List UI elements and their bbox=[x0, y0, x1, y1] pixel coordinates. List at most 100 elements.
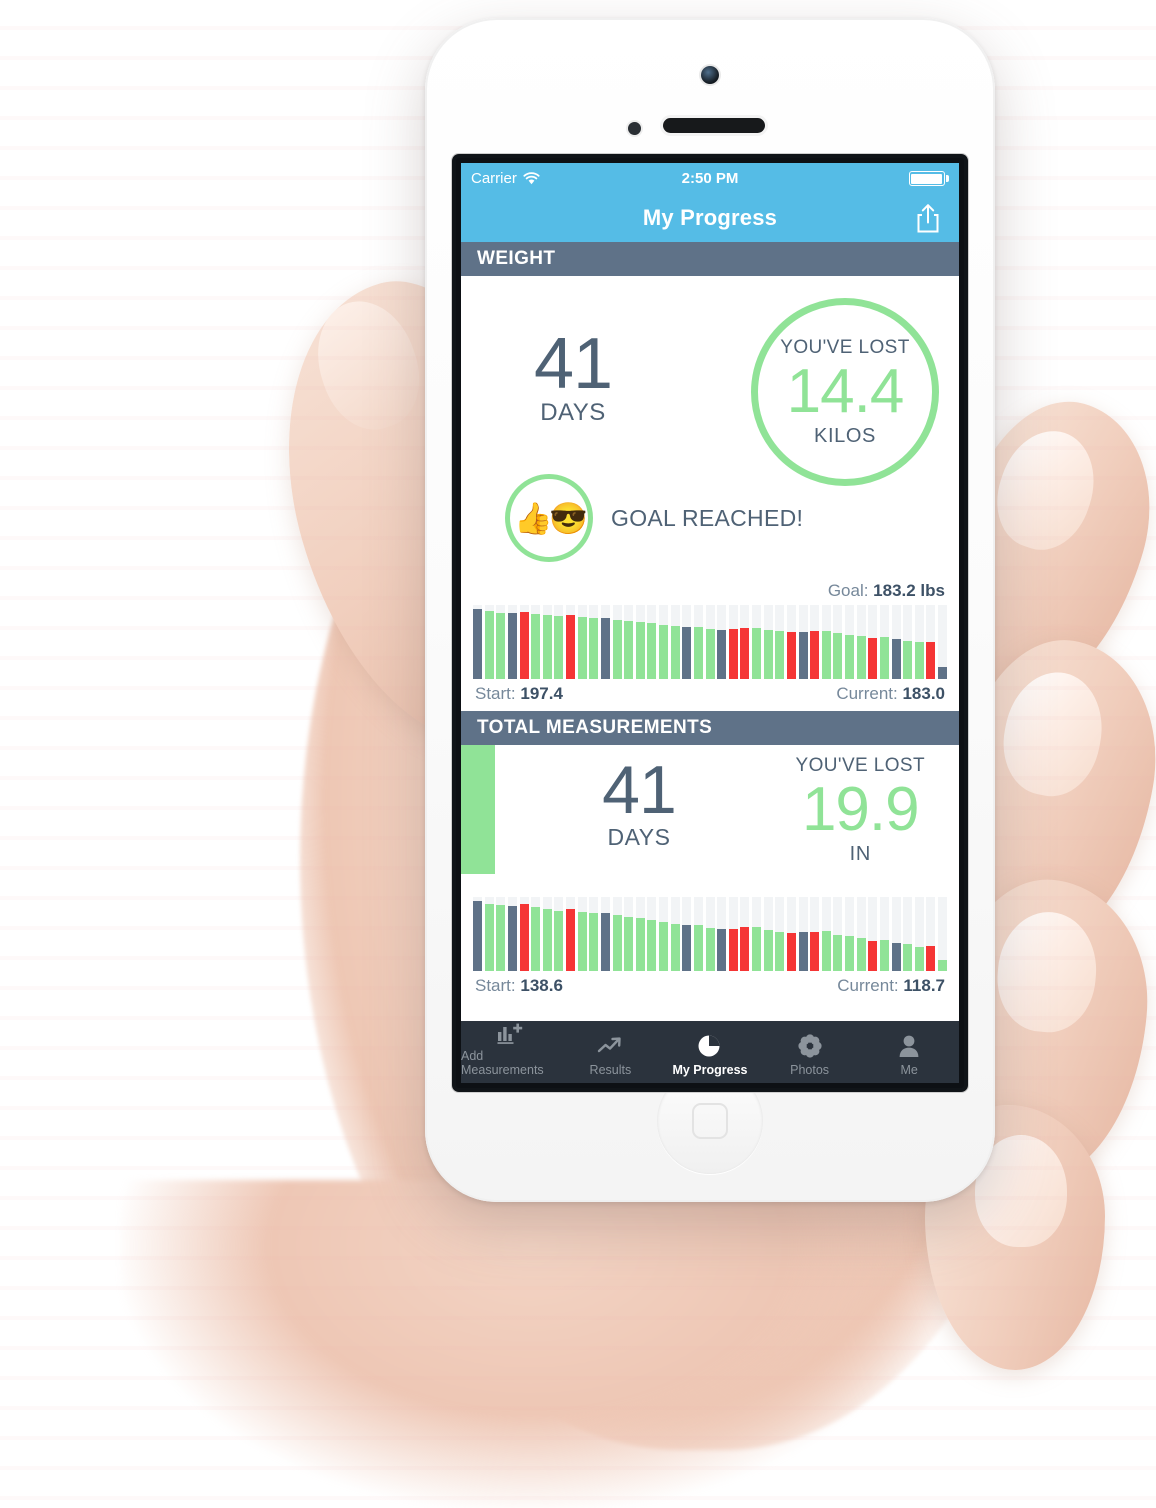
weight-current-value: 183.0 bbox=[902, 684, 945, 703]
tab-results[interactable]: Results bbox=[561, 1021, 661, 1083]
bar bbox=[810, 631, 820, 679]
tab-me[interactable]: Me bbox=[859, 1021, 959, 1083]
hand-fingernail-ring bbox=[992, 907, 1102, 1037]
weight-goal-prefix: Goal: bbox=[827, 581, 874, 600]
bar-column bbox=[717, 897, 727, 971]
battery-tip-icon bbox=[946, 175, 949, 182]
status-bar: Carrier 2:50 PM bbox=[461, 163, 959, 194]
bar-column bbox=[763, 605, 773, 679]
measurements-days-value: 41 bbox=[602, 752, 677, 828]
bar bbox=[798, 631, 808, 679]
measurements-chart-block: Start: 138.6 Current: 118.7 bbox=[461, 897, 959, 1003]
measurements-lost-value: 19.9 bbox=[801, 775, 920, 844]
bar bbox=[740, 628, 750, 679]
bar bbox=[670, 625, 680, 679]
bar-column bbox=[786, 897, 796, 971]
bar-column bbox=[635, 897, 645, 971]
bar-column bbox=[693, 897, 703, 971]
measurements-chart-footer: Start: 138.6 Current: 118.7 bbox=[473, 971, 947, 999]
bar-column bbox=[670, 897, 680, 971]
trending-up-arrow-icon bbox=[597, 1032, 624, 1060]
bar bbox=[938, 960, 948, 971]
battery-icon bbox=[908, 171, 945, 186]
bar-column bbox=[926, 605, 936, 679]
section-header-measurements: TOTAL MEASUREMENTS bbox=[461, 711, 959, 745]
weight-current-prefix: Current: bbox=[836, 684, 903, 703]
tab-photos[interactable]: Photos bbox=[760, 1021, 860, 1083]
bar-column bbox=[938, 897, 948, 971]
bar-column bbox=[473, 897, 483, 971]
tab-results-label: Results bbox=[589, 1063, 632, 1077]
tab-add-measurements[interactable]: Add Measurements bbox=[461, 1021, 561, 1083]
bar-column bbox=[879, 897, 889, 971]
bar-column bbox=[868, 897, 878, 971]
bar-column bbox=[903, 605, 913, 679]
measurements-bar-chart[interactable] bbox=[473, 897, 948, 971]
bar-column bbox=[531, 897, 541, 971]
bar bbox=[903, 640, 913, 679]
bar bbox=[635, 918, 645, 971]
bar-column bbox=[635, 605, 645, 679]
bar-column bbox=[554, 605, 564, 679]
bar-column bbox=[647, 605, 657, 679]
tab-my-progress[interactable]: My Progress bbox=[660, 1021, 760, 1083]
share-icon[interactable] bbox=[911, 201, 945, 235]
bar-column bbox=[600, 897, 610, 971]
weight-days-label: DAYS bbox=[540, 399, 606, 427]
bar-column bbox=[612, 897, 622, 971]
bar-column bbox=[798, 897, 808, 971]
bar bbox=[879, 637, 889, 679]
bar-column bbox=[740, 897, 750, 971]
bar bbox=[566, 909, 576, 971]
measurements-start-stat: Start: 138.6 bbox=[475, 976, 563, 996]
measurements-current-prefix: Current: bbox=[837, 976, 904, 995]
bar bbox=[845, 936, 855, 971]
bar bbox=[519, 904, 529, 971]
measurements-start-prefix: Start: bbox=[475, 976, 521, 995]
bar bbox=[496, 905, 506, 971]
bar bbox=[496, 612, 506, 679]
bar bbox=[693, 924, 703, 971]
bar-column bbox=[473, 605, 483, 679]
weight-bar-chart[interactable] bbox=[473, 605, 948, 679]
bar bbox=[473, 609, 483, 679]
bar bbox=[926, 641, 936, 679]
bar bbox=[868, 940, 878, 971]
bar-column bbox=[891, 897, 901, 971]
bar bbox=[647, 623, 657, 679]
measurements-start-value: 138.6 bbox=[520, 976, 563, 995]
weight-days-block: 41 DAYS bbox=[513, 328, 633, 427]
bar-column bbox=[845, 897, 855, 971]
bar-column bbox=[728, 897, 738, 971]
bar-column bbox=[775, 605, 785, 679]
bar-column bbox=[542, 605, 552, 679]
earpiece-speaker bbox=[663, 118, 765, 133]
weight-chart-block: Goal: 183.2 lbs Start: 197.4 Current: 18… bbox=[461, 576, 959, 711]
measurements-lost-unit: IN bbox=[849, 843, 871, 865]
weight-start-stat: Start: 197.4 bbox=[475, 684, 563, 704]
bar-column bbox=[507, 897, 517, 971]
bar bbox=[659, 921, 669, 971]
bar-column bbox=[938, 605, 948, 679]
bar-column bbox=[752, 605, 762, 679]
bar-column bbox=[519, 605, 529, 679]
bar-column bbox=[682, 605, 692, 679]
bar bbox=[600, 617, 610, 679]
bar bbox=[600, 912, 610, 971]
bar bbox=[821, 931, 831, 971]
bar-column bbox=[566, 605, 576, 679]
bar bbox=[717, 629, 727, 679]
weight-goal-row: Goal: 183.2 lbs bbox=[473, 576, 947, 605]
bar bbox=[577, 617, 587, 679]
bar bbox=[542, 908, 552, 971]
bar bbox=[635, 621, 645, 679]
bar-column bbox=[577, 605, 587, 679]
measurements-lost-block: YOU'VE LOST 19.9 IN bbox=[796, 755, 925, 866]
pie-chart-icon bbox=[697, 1032, 723, 1060]
bar bbox=[473, 901, 483, 971]
tab-photos-label: Photos bbox=[790, 1063, 830, 1077]
bar bbox=[786, 932, 796, 971]
bar bbox=[879, 940, 889, 971]
bar bbox=[740, 927, 750, 971]
bar bbox=[810, 931, 820, 971]
